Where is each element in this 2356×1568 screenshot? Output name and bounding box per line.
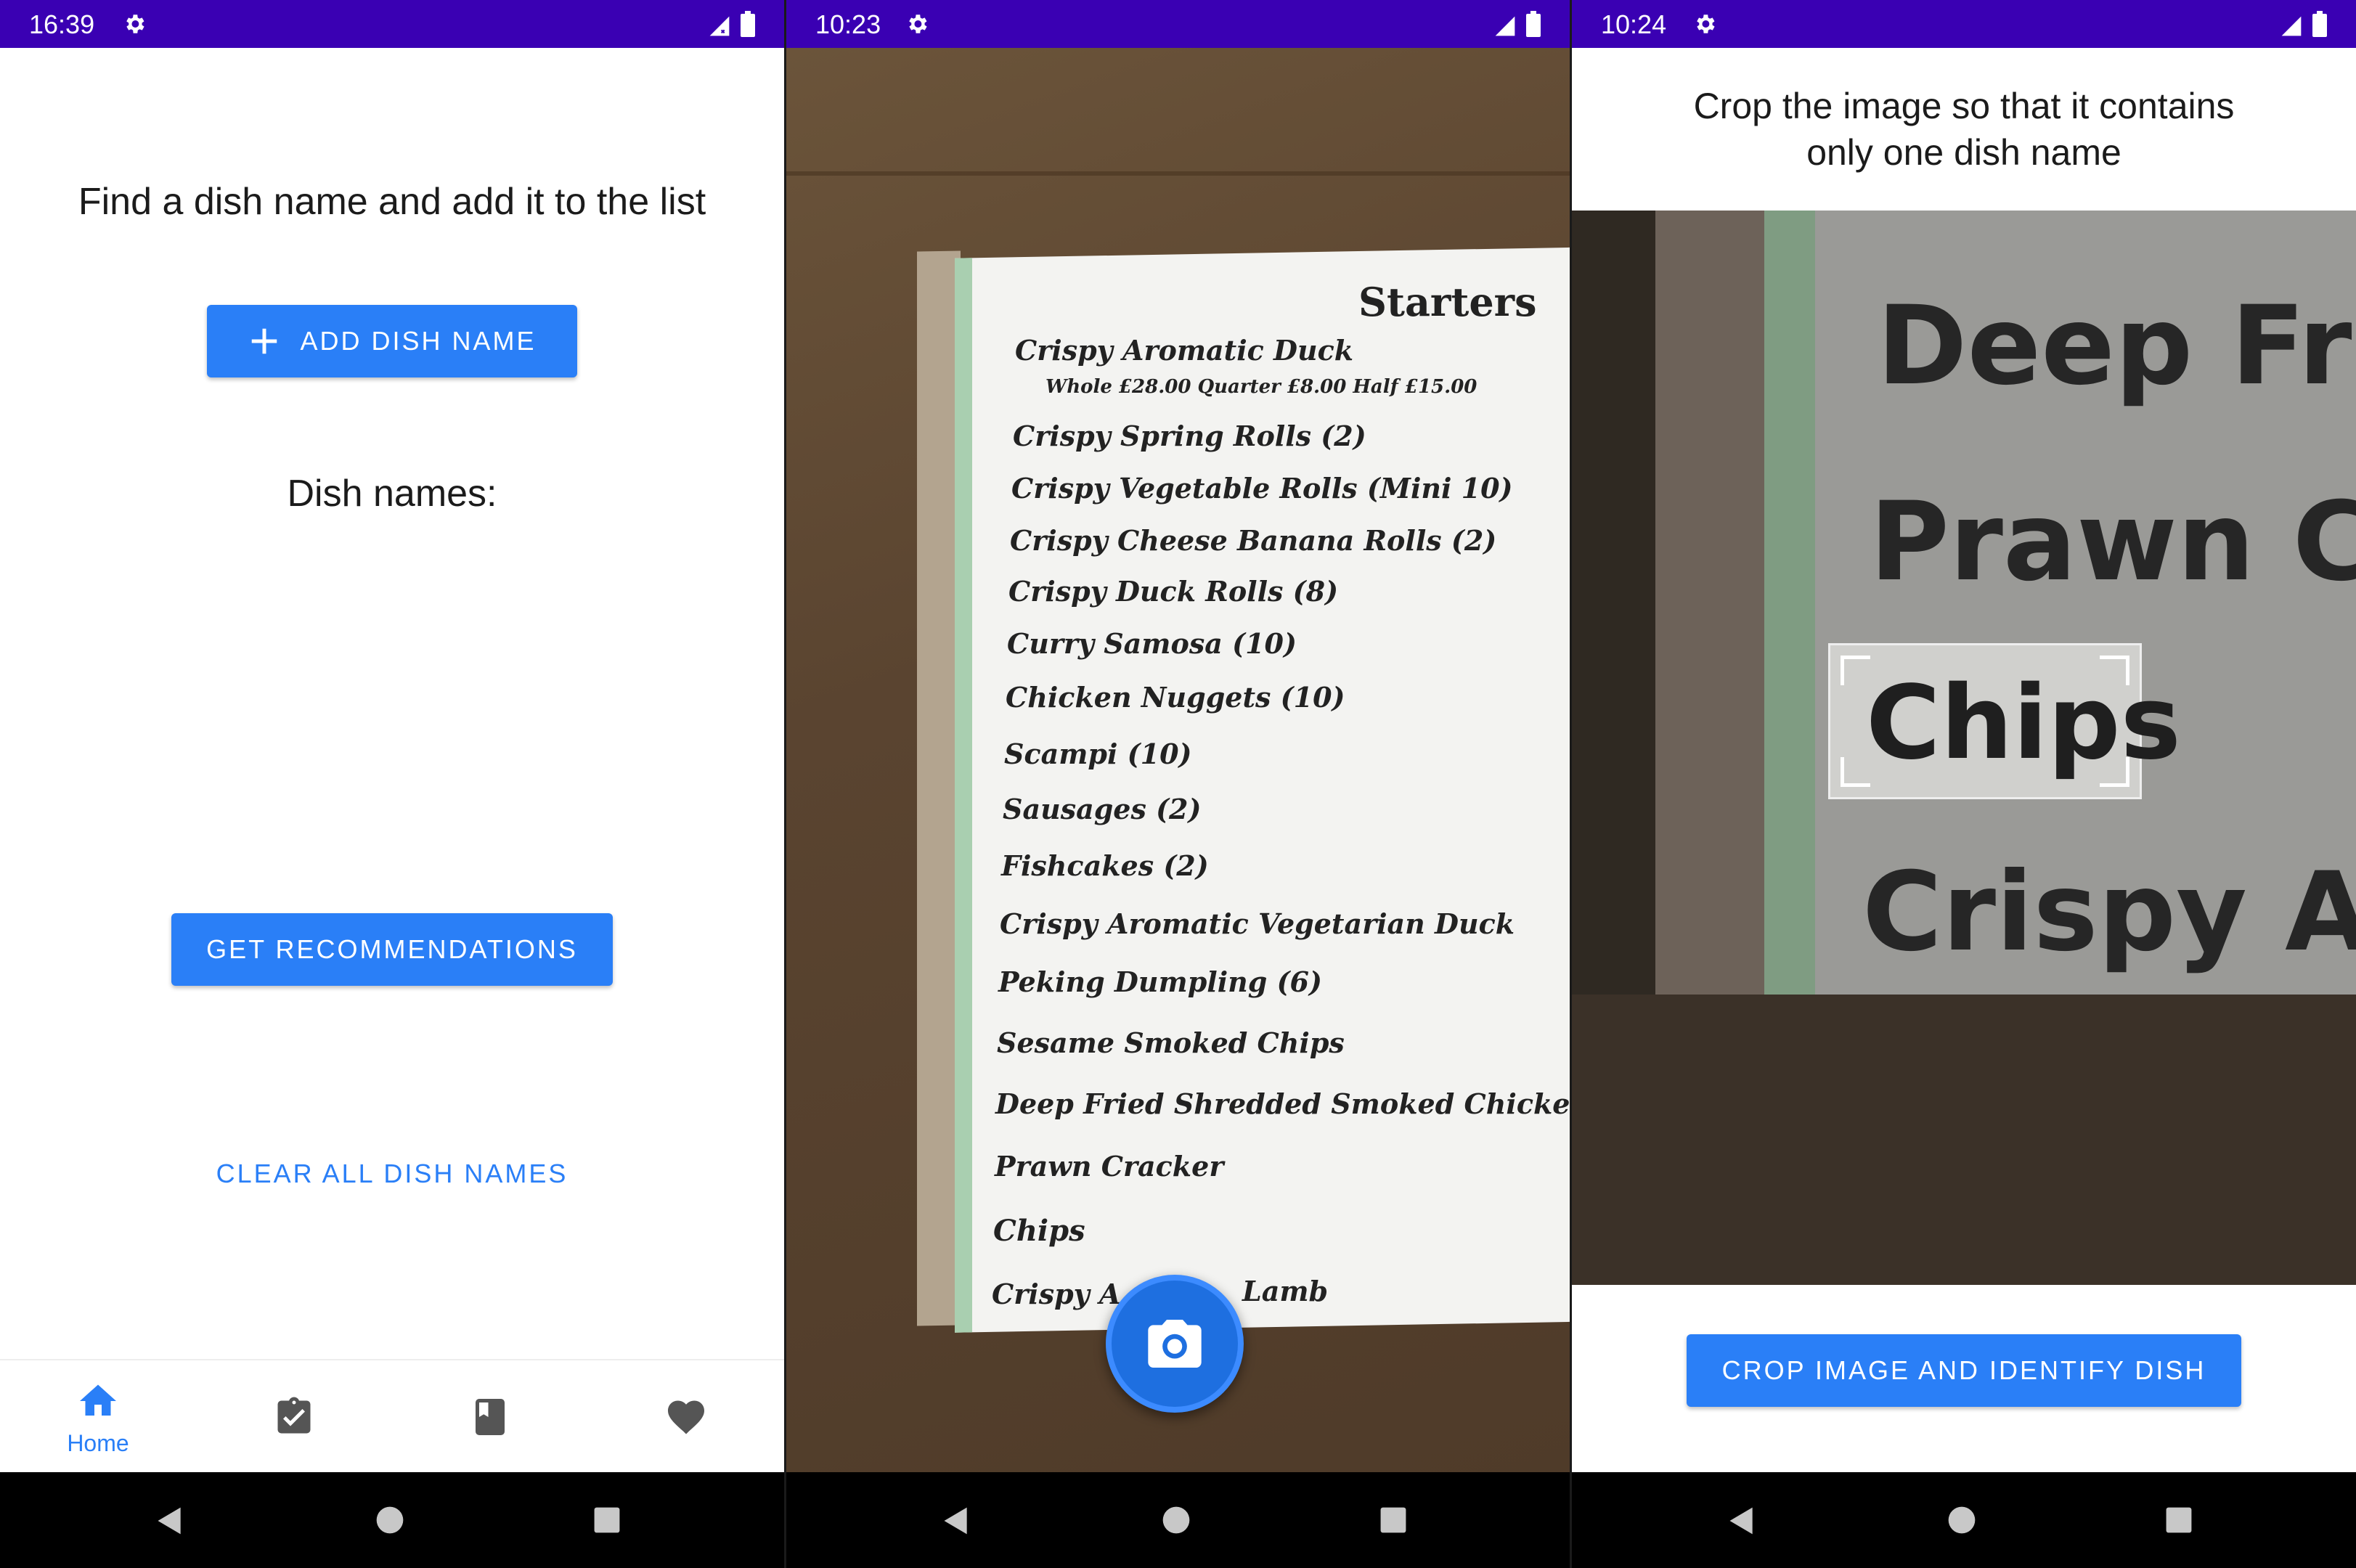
settings-gear-icon <box>909 15 927 33</box>
status-bar: 10:24 <box>1572 0 2356 48</box>
home-icon <box>80 1384 116 1416</box>
dish-names-heading: Dish names: <box>287 473 497 515</box>
camera-screen: 10:23 Starters Crispy Aromatic Duck Whol… <box>786 0 1570 1568</box>
menu-item-partial: Crispy A <box>992 1278 1121 1310</box>
crop-text-line: Prawn Crac <box>1870 479 2356 605</box>
status-time: 16:39 <box>29 9 95 39</box>
home-screen: 16:39 Find a dish name and add it to the… <box>0 0 784 1568</box>
settings-gear-icon <box>126 15 144 33</box>
crop-text-line: Crispy Aron <box>1862 849 2356 976</box>
menu-item-prices: Whole £28.00 Quarter £8.00 Half £15.00 <box>1045 376 1477 398</box>
menu-item: Prawn Cracker <box>995 1150 1224 1183</box>
menu-item: Sausages (2) <box>1003 793 1202 825</box>
menu-item: Sesame Smoked Chips <box>997 1026 1345 1059</box>
nav-home-label: Home <box>67 1430 129 1456</box>
status-bar: 16:39 <box>0 0 784 48</box>
menu-item: Chips <box>993 1214 1085 1248</box>
menu-item: Fishcakes (2) <box>1001 849 1209 882</box>
page-title: Find a dish name and add it to the list <box>78 181 706 223</box>
heart-icon <box>668 1400 704 1434</box>
menu-item: Crispy Aromatic Duck <box>1015 334 1354 367</box>
table-edge <box>786 171 1570 176</box>
crop-image-area[interactable]: Deep Fried Prawn Crac Chips Crispy Aron <box>1572 211 2356 1285</box>
battery-icon <box>1526 11 1541 37</box>
status-bar: 10:23 <box>786 0 1570 48</box>
crop-instruction: Crop the image so that it contains only … <box>1693 86 2235 173</box>
status-time: 10:23 <box>815 9 881 39</box>
camera-viewfinder[interactable]: Starters Crispy Aromatic Duck Whole £28.… <box>786 48 1570 1472</box>
add-dish-name-label: ADD DISH NAME <box>300 326 537 356</box>
menu-item: Curry Samosa (10) <box>1007 627 1297 660</box>
clipboard-check-icon <box>277 1397 311 1434</box>
back-icon[interactable] <box>154 1505 186 1537</box>
signal-icon <box>2281 16 2302 36</box>
menu-item-partial: Lamb <box>1242 1275 1329 1307</box>
menu-item: Crispy Cheese Banana Rolls (2) <box>1010 524 1497 557</box>
crop-screen: 10:24 Crop the image so that it contains… <box>1572 0 2356 1568</box>
home-circle-icon[interactable] <box>1947 1506 1976 1535</box>
home-circle-icon[interactable] <box>375 1506 404 1535</box>
nav-checklist[interactable] <box>196 1360 392 1474</box>
system-nav-bar <box>0 1472 784 1568</box>
crop-selected-text: Chips <box>1866 664 2181 783</box>
recent-apps-icon[interactable] <box>2165 1506 2193 1534</box>
battery-icon <box>2312 11 2327 37</box>
menu-item: Crispy Duck Rolls (8) <box>1008 575 1339 608</box>
back-icon[interactable] <box>1726 1505 1758 1537</box>
crop-text-line: Deep Fried <box>1877 283 2356 409</box>
get-recommendations-button[interactable]: GET RECOMMENDATIONS <box>171 913 613 986</box>
home-circle-icon[interactable] <box>1162 1506 1191 1535</box>
plus-icon <box>252 328 277 354</box>
menu-item: Scampi (10) <box>1004 738 1192 770</box>
get-recommendations-label: GET RECOMMENDATIONS <box>206 934 578 964</box>
system-nav-bar <box>786 1472 1570 1568</box>
settings-gear-icon <box>1697 15 1715 33</box>
recent-apps-icon[interactable] <box>593 1506 621 1534</box>
nav-book[interactable] <box>392 1360 588 1474</box>
signal-icon <box>709 16 730 36</box>
menu-item: Crispy Aromatic Vegetarian Duck <box>1000 907 1515 940</box>
camera-icon <box>1148 1320 1202 1368</box>
bottom-navigation: Home <box>0 1359 784 1474</box>
status-time: 10:24 <box>1601 9 1667 39</box>
table-surface <box>1572 995 2356 1285</box>
menu-item: Deep Fried Shredded Smoked Chicken <box>995 1087 1570 1120</box>
system-nav-bar <box>1572 1472 2356 1568</box>
menu-item: Chicken Nuggets (10) <box>1006 681 1345 714</box>
nav-favorites[interactable] <box>588 1360 784 1474</box>
menu-item: Peking Dumpling (6) <box>998 965 1322 998</box>
clear-all-dish-names-link[interactable]: CLEAR ALL DISH NAMES <box>0 1159 784 1189</box>
book-icon <box>476 1399 505 1435</box>
crop-and-identify-button[interactable]: CROP IMAGE AND IDENTIFY DISH <box>1687 1334 2241 1407</box>
menu-item: Crispy Vegetable Rolls (Mini 10) <box>1011 472 1513 505</box>
add-dish-name-button[interactable]: ADD DISH NAME <box>207 305 577 377</box>
menu-heading: Starters <box>1358 279 1537 325</box>
menu-card-edge <box>917 250 961 1326</box>
signal-icon <box>1495 16 1515 36</box>
back-icon[interactable] <box>940 1505 972 1537</box>
nav-home[interactable]: Home <box>0 1360 196 1474</box>
menu-item: Crispy Spring Rolls (2) <box>1013 420 1366 452</box>
crop-and-identify-label: CROP IMAGE AND IDENTIFY DISH <box>1721 1355 2206 1385</box>
capture-button[interactable] <box>1106 1275 1244 1413</box>
recent-apps-icon[interactable] <box>1379 1506 1407 1534</box>
battery-icon <box>741 11 755 37</box>
